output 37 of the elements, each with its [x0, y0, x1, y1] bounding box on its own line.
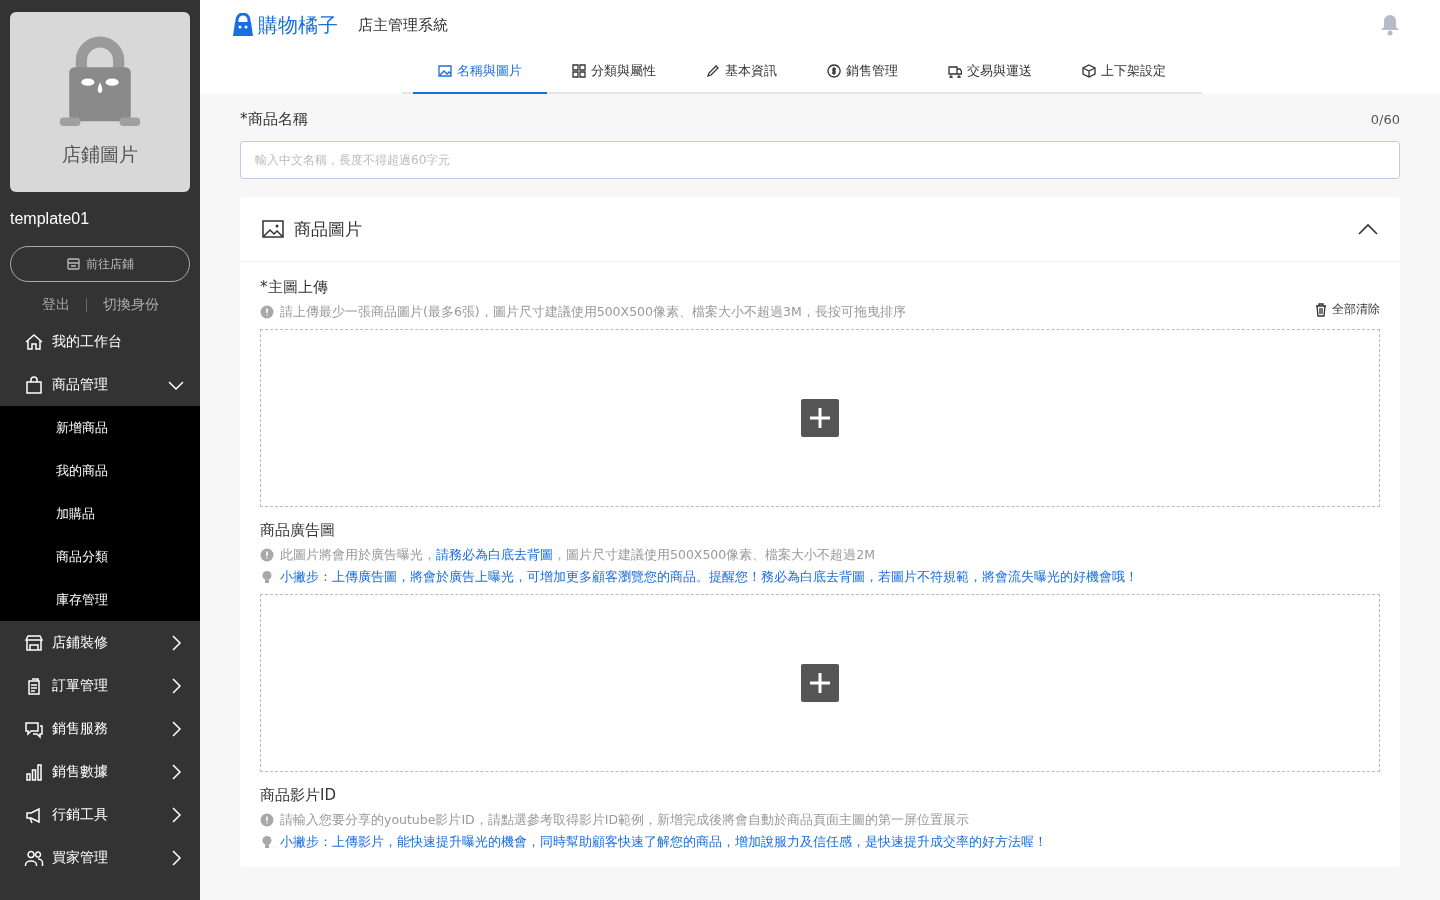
menu-item[interactable]: 訂單管理: [0, 664, 200, 707]
section-title: 商品影片ID: [260, 786, 337, 805]
tab[interactable]: 交易與運送: [923, 50, 1057, 94]
store-image-label: 店鋪圖片: [62, 142, 138, 167]
tab[interactable]: 名稱與圖片: [413, 50, 547, 94]
card-title: 商品圖片: [294, 217, 362, 241]
hint-text: 此圖片將會用於廣告曝光，請務必為白底去背圖，圖片尺寸建議使用500X500像素、檔案大小不超過2M: [280, 546, 876, 564]
store-image[interactable]: 店鋪圖片: [10, 12, 190, 192]
tab[interactable]: 上下架設定: [1057, 50, 1191, 94]
hint-text: 小撇步：上傳影片，能快速提升曝光的機會，同時幫助顧客快速了解您的商品，增加說服力及信任感，是快速提升成交率的好方法喔！: [280, 833, 1047, 851]
store-name: template01: [10, 210, 91, 228]
submenu-item[interactable]: 加購品: [0, 492, 200, 535]
menu-item[interactable]: 商品管理: [0, 363, 200, 406]
tab[interactable]: 分類與屬性: [547, 50, 681, 94]
menu-item[interactable]: 我的工作台: [0, 320, 200, 363]
product-name-field[interactable]: 輸入中文名稱，長度不得超過60字元: [240, 141, 1400, 179]
menu-item[interactable]: 銷售數據: [0, 750, 200, 793]
menu-item[interactable]: 銷售服務: [0, 707, 200, 750]
menu-item[interactable]: 店鋪裝修: [0, 621, 200, 664]
logo-text: 購物橘子: [258, 11, 338, 39]
menu-item[interactable]: 買家管理: [0, 836, 200, 879]
clear-all-button[interactable]: 全部清除: [1315, 301, 1380, 318]
character-counter: 0/60: [1370, 112, 1400, 127]
system-name: 店主管理系統: [358, 15, 448, 35]
submenu-item[interactable]: 新增商品: [0, 406, 200, 449]
section-title: 商品廣告圖: [260, 521, 336, 540]
field-label: *商品名稱: [240, 110, 308, 129]
submenu-item[interactable]: 庫存管理: [0, 578, 200, 621]
tab[interactable]: 基本資訊: [681, 50, 802, 94]
tab[interactable]: 銷售管理: [802, 50, 923, 94]
sidebar-link[interactable]: 切換身份: [102, 296, 159, 314]
menu-item[interactable]: 行銷工具: [0, 793, 200, 836]
submenu-item[interactable]: 我的商品: [0, 449, 200, 492]
hint-text: 小撇步：上傳廣告圖，將會於廣告上曝光，可增加更多顧客瀏覽您的商品。提醒您！務必為白底去背圖，若圖片不符規範，將會流失曝光的好機會哦！: [280, 568, 1138, 586]
section-title: *主圖上傳: [260, 278, 329, 297]
sidebar-link[interactable]: 登出: [41, 296, 70, 314]
submenu-item[interactable]: 商品分類: [0, 535, 200, 578]
